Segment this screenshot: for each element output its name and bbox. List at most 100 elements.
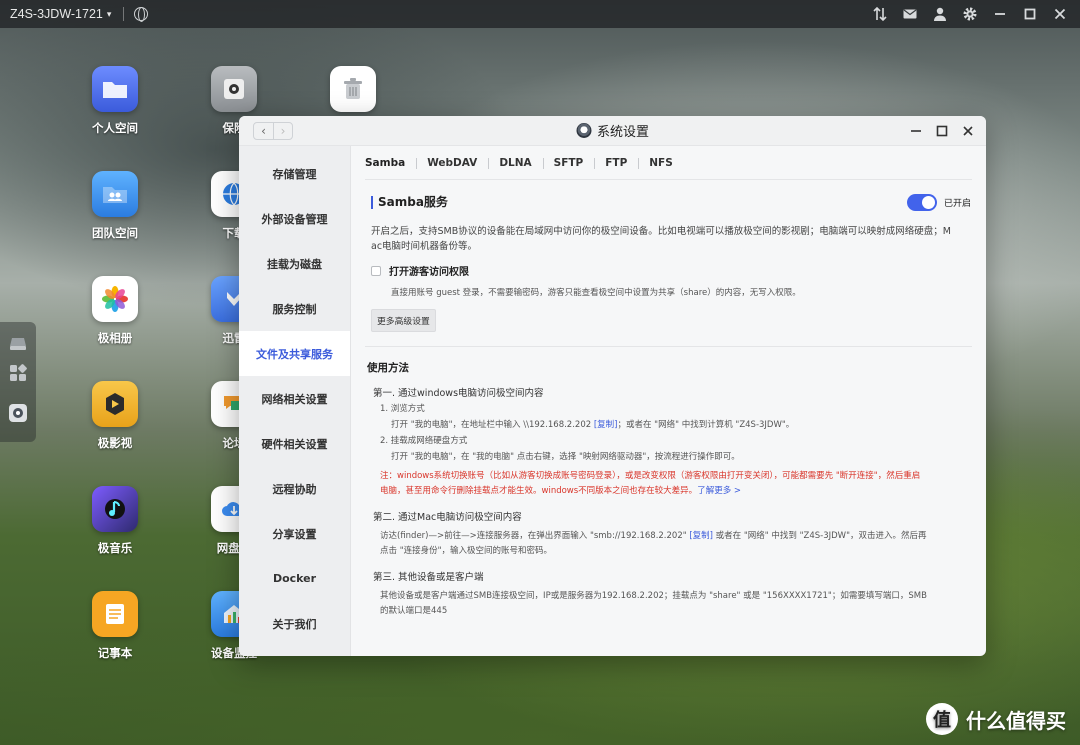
samba-toggle[interactable] bbox=[906, 194, 937, 211]
usage-title: 使用方法 bbox=[367, 362, 409, 374]
copy-link[interactable]: [复制] bbox=[594, 420, 618, 430]
music-icon bbox=[92, 486, 138, 532]
minimize-icon[interactable] bbox=[992, 6, 1008, 22]
apps-grid-icon[interactable] bbox=[9, 364, 27, 382]
toggle-status-label: 已开启 bbox=[943, 199, 971, 209]
desktop-icon-label: 极相册 bbox=[97, 331, 133, 345]
settings-content: Samba WebDAV DLNA SFTP FTP NFS Samba服务 已… bbox=[351, 146, 986, 656]
guest-access-desc: 直接用账号 guest 登录，不需要输密码，游客只能查看极空间中设置为共享（sh… bbox=[391, 288, 801, 298]
window-titlebar[interactable]: ‹ › 系统设置 bbox=[239, 116, 986, 146]
tab-ftp[interactable]: FTP bbox=[594, 146, 638, 180]
sidebar-item-file-sharing[interactable]: 文件及共享服务 bbox=[239, 331, 350, 376]
globe-icon[interactable] bbox=[134, 7, 149, 22]
protocol-tabs: Samba WebDAV DLNA SFTP FTP NFS bbox=[365, 146, 972, 180]
other-step-title: 第三. 其他设备或是客户端 bbox=[373, 572, 484, 583]
user-icon[interactable] bbox=[932, 6, 948, 22]
sort-icon[interactable] bbox=[872, 6, 888, 22]
notepad-icon bbox=[92, 591, 138, 637]
window-title: 系统设置 bbox=[575, 121, 650, 140]
win-mount-title: 2. 挂载成网络硬盘方式 bbox=[380, 436, 468, 446]
samba-description: 开启之后，支持SMB协议的设备能在局域网中访问你的极空间设备。比如电视端可以播放… bbox=[371, 224, 971, 254]
sidebar-item-docker[interactable]: Docker bbox=[239, 556, 350, 601]
desktop-icon-team-space[interactable]: 团队空间 bbox=[75, 171, 155, 241]
sidebar-item-storage[interactable]: 存储管理 bbox=[239, 151, 350, 196]
settings-app-icon bbox=[575, 123, 591, 138]
win-browse-text-a: 打开 "我的电脑"，在地址栏中输入 \\192.168.2.202 bbox=[391, 420, 594, 430]
mac-text-b: 或者在 "网络" 中找到 "Z4S-3JDW"，双击进入。然后再 bbox=[712, 531, 927, 541]
tab-samba[interactable]: Samba bbox=[365, 146, 416, 180]
team-folder-icon bbox=[92, 171, 138, 217]
mac-text-c: 点击 "连接身份"，输入极空间的账号和密码。 bbox=[380, 546, 553, 556]
win-mount-text: 打开 "我的电脑"，在 "我的电脑" 点击右键，选择 "映射网络驱动器"，按流程… bbox=[391, 452, 740, 462]
back-icon[interactable]: ‹ bbox=[254, 123, 273, 139]
drive-icon[interactable] bbox=[9, 334, 27, 352]
minimize-icon[interactable] bbox=[910, 125, 922, 137]
maximize-icon[interactable] bbox=[936, 125, 948, 137]
desktop-icon-label: 团队空间 bbox=[92, 226, 138, 240]
other-line: 的默认端口是445 bbox=[380, 606, 448, 616]
gear-icon[interactable] bbox=[962, 6, 978, 22]
host-name: Z4S-3JDW-1721 bbox=[10, 7, 103, 21]
tab-webdav[interactable]: WebDAV bbox=[416, 146, 488, 180]
win-browse-text: 打开 "我的电脑"，在地址栏中输入 \\192.168.2.202 [复制]；或… bbox=[391, 419, 972, 431]
desktop-icon-trash[interactable] bbox=[313, 66, 393, 120]
desc-line: ac电脑时间机器备份等。 bbox=[371, 241, 478, 252]
trash-icon bbox=[330, 66, 376, 112]
mac-text: 访达(finder)—>前往—>连接服务器，在弹出界面输入 "smb://192… bbox=[380, 529, 972, 559]
sidebar-item-service-control[interactable]: 服务控制 bbox=[239, 286, 350, 331]
folder-icon bbox=[92, 66, 138, 112]
settings-app-icon[interactable] bbox=[9, 404, 27, 422]
video-icon bbox=[92, 381, 138, 427]
other-text: 其他设备或是客户端通过SMB连接极空间，IP或是服务器为192.168.2.20… bbox=[380, 589, 972, 619]
sidebar-item-remote-assist[interactable]: 远程协助 bbox=[239, 466, 350, 511]
sidebar-item-about[interactable]: 关于我们 bbox=[239, 601, 350, 646]
tab-nfs[interactable]: NFS bbox=[638, 146, 684, 180]
divider bbox=[365, 346, 972, 347]
desktop-icon-label: 个人空间 bbox=[92, 121, 138, 135]
left-dock bbox=[0, 322, 36, 442]
sidebar-item-hardware[interactable]: 硬件相关设置 bbox=[239, 421, 350, 466]
copy-link[interactable]: [复制] bbox=[689, 531, 713, 541]
desktop-icon-video[interactable]: 极影视 bbox=[75, 381, 155, 451]
desktop-icon-photos[interactable]: 极相册 bbox=[75, 276, 155, 346]
close-icon[interactable] bbox=[1052, 6, 1068, 22]
close-icon[interactable] bbox=[962, 125, 974, 137]
sidebar-item-mount-disk[interactable]: 挂载为磁盘 bbox=[239, 241, 350, 286]
nav-buttons: ‹ › bbox=[253, 121, 293, 140]
watermark: 值 什么值得买 bbox=[926, 703, 1066, 735]
desktop-icon-notepad[interactable]: 记事本 bbox=[75, 591, 155, 661]
learn-more-link[interactable]: 了解更多 > bbox=[697, 486, 741, 496]
windows-warning: 注：windows系统切换账号（比如从游客切换成账号密码登录），或是改变权限（游… bbox=[380, 469, 970, 499]
advanced-settings-button[interactable]: 更多高级设置 bbox=[371, 309, 436, 332]
desktop-icon-label: 记事本 bbox=[97, 646, 133, 660]
warn-line: 注：windows系统切换账号（比如从游客切换成账号密码登录），或是改变权限（游… bbox=[380, 471, 921, 481]
other-line: 其他设备或是客户端通过SMB连接极空间，IP或是服务器为192.168.2.20… bbox=[380, 591, 927, 601]
mac-step-title: 第二. 通过Mac电脑访问极空间内容 bbox=[373, 512, 522, 523]
win-browse-text-b: ；或者在 "网络" 中找到计算机 "Z4S-3JDW"。 bbox=[617, 420, 795, 430]
guest-access-label: 打开游客访问权限 bbox=[389, 267, 469, 278]
guest-access-checkbox[interactable] bbox=[371, 265, 381, 276]
sidebar-item-external-devices[interactable]: 外部设备管理 bbox=[239, 196, 350, 241]
safe-icon bbox=[211, 66, 257, 112]
maximize-icon[interactable] bbox=[1022, 6, 1038, 22]
host-selector[interactable]: Z4S-3JDW-1721 ▾ bbox=[10, 7, 111, 21]
tab-sftp[interactable]: SFTP bbox=[542, 146, 595, 180]
samba-section-title: Samba服务 bbox=[371, 196, 448, 209]
sidebar-item-network[interactable]: 网络相关设置 bbox=[239, 376, 350, 421]
sidebar-item-share-settings[interactable]: 分享设置 bbox=[239, 511, 350, 556]
desktop-icon-label: 极音乐 bbox=[97, 541, 133, 555]
top-bar: Z4S-3JDW-1721 ▾ bbox=[0, 0, 1080, 28]
tab-dlna[interactable]: DLNA bbox=[488, 146, 542, 180]
settings-window: ‹ › 系统设置 存储管理 外部设备管理 挂载为磁盘 服务控制 文件及共享服务 bbox=[239, 116, 986, 656]
win-browse-title: 1. 浏览方式 bbox=[380, 404, 425, 414]
windows-step-title: 第一. 通过windows电脑访问极空间内容 bbox=[373, 388, 544, 399]
desktop-icon-label: 极影视 bbox=[97, 436, 133, 450]
chevron-down-icon: ▾ bbox=[106, 8, 112, 19]
desc-line: 开启之后，支持SMB协议的设备能在局域网中访问你的极空间设备。比如电视端可以播放… bbox=[371, 226, 951, 237]
photos-icon bbox=[92, 276, 138, 322]
mail-icon[interactable] bbox=[902, 6, 918, 22]
forward-icon[interactable]: › bbox=[273, 122, 292, 139]
desktop-icon-personal-space[interactable]: 个人空间 bbox=[75, 66, 155, 136]
desktop-icon-music[interactable]: 极音乐 bbox=[75, 486, 155, 556]
window-title-text: 系统设置 bbox=[596, 125, 650, 140]
